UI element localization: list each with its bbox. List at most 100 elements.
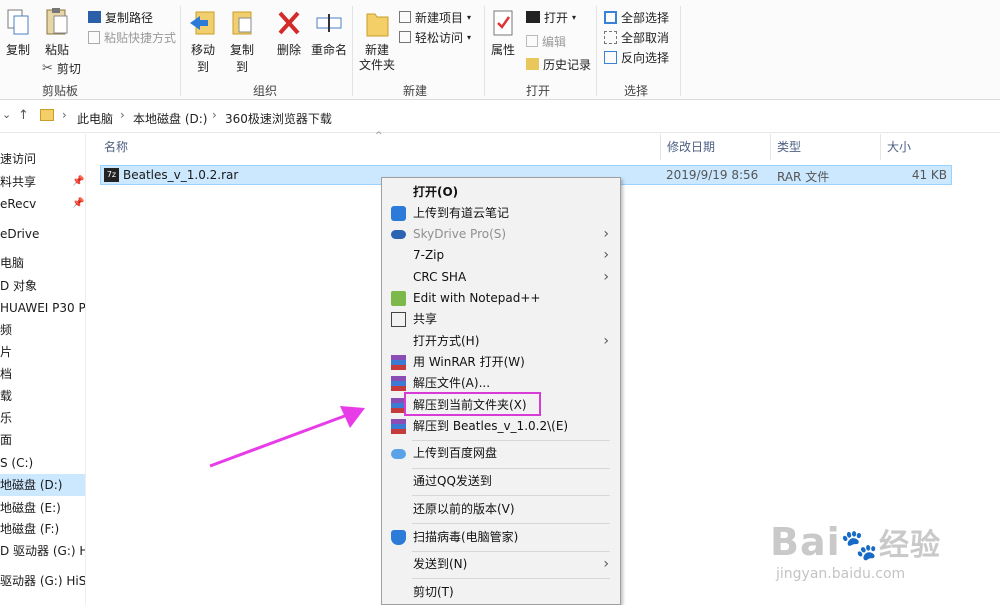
column-header-modified[interactable]: 修改日期 xyxy=(667,134,715,160)
menu-item-skydrive[interactable]: SkyDrive Pro(S) › xyxy=(383,224,619,245)
cut-button[interactable]: ✂ 剪切 xyxy=(42,59,81,77)
youdao-note-icon xyxy=(391,206,406,221)
edit-button[interactable]: 编辑 xyxy=(526,32,566,50)
new-item-icon xyxy=(399,11,411,23)
sidebar-item-drive-d[interactable]: 地磁盘 (D:) xyxy=(0,474,85,496)
7zip-file-icon: 7z xyxy=(104,168,119,182)
menu-item-qq-send[interactable]: 通过QQ发送到 xyxy=(383,471,619,492)
menu-item-label: 扫描病毒(电脑管家) xyxy=(413,530,519,544)
invert-selection-icon xyxy=(604,50,617,64)
menu-item-virus-scan[interactable]: 扫描病毒(电脑管家) xyxy=(383,527,619,548)
copy-to-icon xyxy=(232,11,252,35)
chevron-down-icon[interactable]: ⌄ xyxy=(2,108,11,121)
menu-item-open-with[interactable]: 打开方式(H) › xyxy=(383,331,619,352)
menu-item-7zip[interactable]: 7-Zip › xyxy=(383,245,619,266)
select-all-button[interactable]: 全部选择 xyxy=(604,8,669,26)
column-divider[interactable] xyxy=(880,134,881,160)
menu-item-label: 通过QQ发送到 xyxy=(413,474,492,488)
history-button[interactable]: 历史记录 xyxy=(526,55,591,73)
new-group-label: 新建 xyxy=(402,84,427,98)
properties-button[interactable]: 属性 xyxy=(489,8,517,58)
menu-item-extract-to-folder[interactable]: 解压到 Beatles_v_1.0.2\(E) xyxy=(383,416,619,437)
menu-item-notepadpp[interactable]: Edit with Notepad++ xyxy=(383,288,619,309)
share-icon xyxy=(391,312,406,327)
menu-item-share[interactable]: 共享 xyxy=(383,309,619,330)
sidebar-item-drive-e[interactable]: 地磁盘 (E:) xyxy=(0,497,85,519)
sidebar-item-quick-access[interactable]: 速访问 xyxy=(0,148,85,170)
new-folder-button[interactable]: 新建 文件夹 xyxy=(358,8,396,73)
select-none-label: 全部取消 xyxy=(621,30,670,45)
delete-button[interactable]: 删除 xyxy=(276,8,302,58)
breadcrumb-this-pc[interactable]: 此电脑 xyxy=(77,110,113,127)
menu-item-cut[interactable]: 剪切(T) xyxy=(383,582,619,603)
menu-item-youdao[interactable]: 上传到有道云笔记 xyxy=(383,203,619,224)
move-to-button[interactable]: 移动到 xyxy=(186,8,220,75)
sidebar-item-this-pc[interactable]: 电脑 xyxy=(0,252,85,274)
properties-label: 属性 xyxy=(490,43,515,57)
sidebar-item-music[interactable]: 乐 xyxy=(0,407,85,429)
menu-item-open[interactable]: 打开(O) xyxy=(383,182,619,203)
history-icon xyxy=(526,58,539,70)
sidebar-item-drive-g[interactable]: D 驱动器 (G:) HiS xyxy=(0,540,85,562)
chevron-right-icon: › xyxy=(603,333,609,349)
sidebar-item-drive-f[interactable]: 地磁盘 (F:) xyxy=(0,518,85,540)
column-header-name[interactable]: 名称 xyxy=(104,134,128,160)
ribbon-divider xyxy=(596,6,597,96)
copy-icon xyxy=(7,9,29,35)
notepadpp-icon xyxy=(391,291,406,306)
chevron-right-icon: › xyxy=(603,226,609,242)
address-bar[interactable]: ⌄ ↑ › 此电脑 › 本地磁盘 (D:) › 360极速浏览器下载 xyxy=(0,101,1000,133)
column-header-size[interactable]: 大小 xyxy=(887,134,911,160)
sidebar-item-pictures[interactable]: 片 xyxy=(0,341,85,363)
winrar-icon xyxy=(391,419,406,434)
menu-item-restore-versions[interactable]: 还原以前的版本(V) xyxy=(383,499,619,520)
easy-access-button[interactable]: 轻松访问 ▾ xyxy=(399,28,471,46)
open-button[interactable]: 打开 ▾ xyxy=(526,8,576,26)
sidebar-item-documents[interactable]: 档 xyxy=(0,363,85,385)
menu-item-send-to[interactable]: 发送到(N) › xyxy=(383,554,619,575)
column-divider[interactable] xyxy=(660,134,661,160)
open-label: 打开 xyxy=(544,10,569,25)
context-menu: 打开(O) 上传到有道云笔记 SkyDrive Pro(S) › 7-Zip › C… xyxy=(381,177,621,605)
sidebar-item-huawei[interactable]: HUAWEI P30 Prof xyxy=(0,297,85,319)
copy-to-button[interactable]: 复制到 xyxy=(225,8,259,75)
rename-button[interactable]: 重命名 xyxy=(309,8,349,58)
copy-path-button[interactable]: 复制路径 xyxy=(88,8,153,26)
menu-item-label: 用 WinRAR 打开(W) xyxy=(413,355,525,369)
file-type: RAR 文件 xyxy=(777,170,830,184)
invert-selection-button[interactable]: 反向选择 xyxy=(604,48,669,66)
select-all-label: 全部选择 xyxy=(621,10,670,25)
menu-item-label: 打开方式(H) xyxy=(413,334,480,348)
menu-item-extract-files[interactable]: 解压文件(A)... xyxy=(383,373,619,394)
menu-item-crc-sha[interactable]: CRC SHA › xyxy=(383,267,619,288)
edit-label: 编辑 xyxy=(542,34,567,49)
up-arrow-icon[interactable]: ↑ xyxy=(18,108,29,123)
baidu-cloud-icon xyxy=(391,449,406,459)
history-label: 历史记录 xyxy=(543,57,592,72)
paste-icon xyxy=(46,8,68,35)
move-to-label: 移动到 xyxy=(190,43,215,74)
menu-item-winrar-open[interactable]: 用 WinRAR 打开(W) xyxy=(383,352,619,373)
sidebar-item-videos[interactable]: 频 xyxy=(0,319,85,341)
select-none-button[interactable]: 全部取消 xyxy=(604,28,669,46)
sidebar-item-drive-g2[interactable]: 驱动器 (G:) HiSu xyxy=(0,570,85,592)
column-divider[interactable] xyxy=(770,134,771,160)
pin-icon: 📌 xyxy=(72,198,85,209)
winrar-icon xyxy=(391,376,406,391)
sidebar-item-desktop[interactable]: 面 xyxy=(0,429,85,451)
sidebar-item-drive-c[interactable]: S (C:) xyxy=(0,452,85,474)
column-header-type[interactable]: 类型 xyxy=(777,134,801,160)
breadcrumb-folder[interactable]: 360极速浏览器下载 xyxy=(225,110,332,127)
copy-button[interactable]: 复制 xyxy=(4,8,32,58)
breadcrumb-drive-d[interactable]: 本地磁盘 (D:) xyxy=(133,110,207,127)
clipboard-group-label: 剪贴板 xyxy=(41,84,78,98)
sidebar-item-downloads[interactable]: 载 xyxy=(0,385,85,407)
sidebar-item-3d-objects[interactable]: D 对象 xyxy=(0,275,85,297)
menu-item-label: 共享 xyxy=(413,312,438,326)
menu-item-baidu-upload[interactable]: 上传到百度网盘 xyxy=(383,443,619,464)
sidebar-item-onedrive[interactable]: eDrive xyxy=(0,223,85,245)
new-item-button[interactable]: 新建项目 ▾ xyxy=(399,8,471,26)
baidu-watermark-logo: Bai🐾经验 xyxy=(770,520,941,564)
paste-button[interactable]: 粘贴 xyxy=(42,6,72,58)
paste-shortcut-button[interactable]: 粘贴快捷方式 xyxy=(88,28,176,46)
